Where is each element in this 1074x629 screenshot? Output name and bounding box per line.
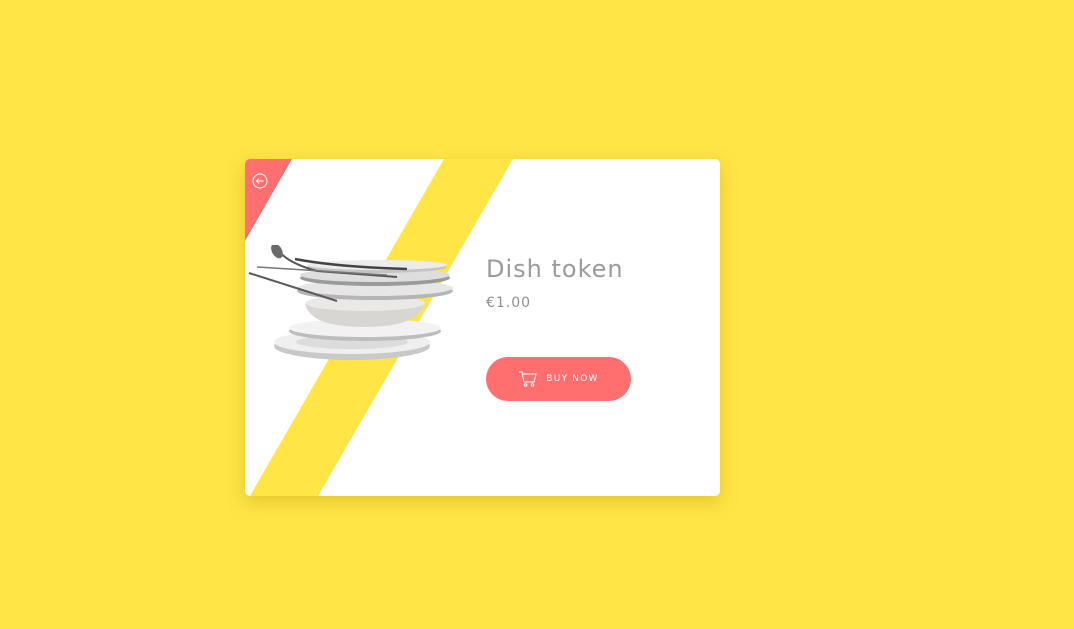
back-button[interactable]	[252, 173, 268, 189]
buy-now-button[interactable]: BUY NOW	[486, 357, 631, 401]
shopping-cart-icon	[519, 371, 538, 387]
corner-accent-triangle	[245, 159, 292, 241]
product-card: Dish token €1.00 BUY NOW	[245, 159, 720, 496]
buy-now-label: BUY NOW	[546, 374, 599, 384]
stacked-dishes-image	[248, 245, 453, 360]
product-title: Dish token	[486, 255, 624, 283]
product-price: €1.00	[486, 295, 532, 311]
arrow-left-circle-icon	[252, 173, 268, 189]
